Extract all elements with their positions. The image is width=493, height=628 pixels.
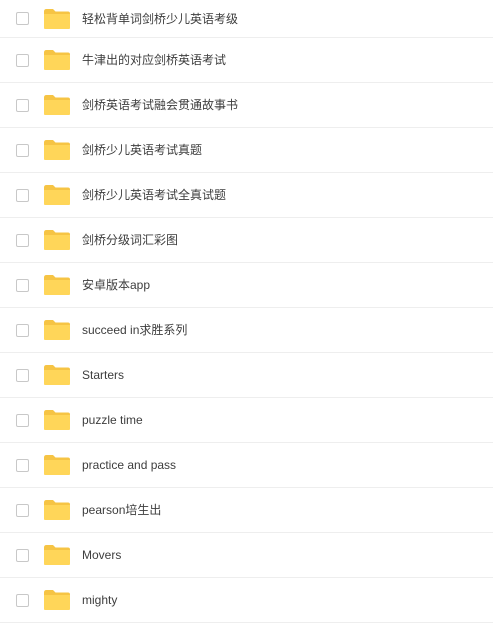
file-row[interactable]: 轻松背单词剑桥少儿英语考级 — [0, 0, 493, 38]
row-checkbox[interactable] — [16, 233, 29, 247]
file-name[interactable]: Movers — [82, 547, 121, 563]
file-row[interactable]: pearson培生出 — [0, 488, 493, 533]
file-name[interactable]: succeed in求胜系列 — [82, 322, 187, 338]
file-row[interactable]: 牛津出的对应剑桥英语考试 — [0, 38, 493, 83]
folder-icon — [43, 8, 71, 30]
folder-icon — [43, 319, 71, 341]
row-checkbox[interactable] — [16, 12, 29, 25]
file-row[interactable]: practice and pass — [0, 443, 493, 488]
row-checkbox[interactable] — [16, 593, 29, 607]
row-checkbox[interactable] — [16, 143, 29, 157]
row-checkbox[interactable] — [16, 458, 29, 472]
row-checkbox[interactable] — [16, 413, 29, 427]
folder-icon — [43, 454, 71, 476]
row-checkbox[interactable] — [16, 53, 29, 67]
file-row[interactable]: Starters — [0, 353, 493, 398]
folder-icon — [43, 229, 71, 251]
file-row[interactable]: 剑桥分级词汇彩图 — [0, 218, 493, 263]
file-row[interactable]: mighty — [0, 578, 493, 623]
file-name[interactable]: pearson培生出 — [82, 502, 161, 518]
file-name[interactable]: 安卓版本app — [82, 277, 150, 293]
file-name[interactable]: puzzle time — [82, 412, 143, 428]
file-name[interactable]: Starters — [82, 367, 124, 383]
folder-icon — [43, 49, 71, 71]
folder-icon — [43, 589, 71, 611]
file-name[interactable]: 牛津出的对应剑桥英语考试 — [82, 52, 226, 68]
row-checkbox[interactable] — [16, 278, 29, 292]
row-checkbox[interactable] — [16, 188, 29, 202]
file-name[interactable]: 剑桥分级词汇彩图 — [82, 232, 178, 248]
folder-icon — [43, 499, 71, 521]
folder-icon — [43, 139, 71, 161]
folder-icon — [43, 364, 71, 386]
row-checkbox[interactable] — [16, 368, 29, 382]
file-list: 轻松背单词剑桥少儿英语考级 牛津出的对应剑桥英语考试 剑桥英语考试融会贯通故事书… — [0, 0, 493, 628]
file-row[interactable]: 剑桥少儿英语考试全真试题 — [0, 173, 493, 218]
file-row[interactable]: Movers — [0, 533, 493, 578]
file-name[interactable]: practice and pass — [82, 457, 176, 473]
folder-icon — [43, 544, 71, 566]
file-row[interactable]: 剑桥英语考试融会贯通故事书 — [0, 83, 493, 128]
row-checkbox[interactable] — [16, 548, 29, 562]
row-checkbox[interactable] — [16, 323, 29, 337]
file-name[interactable]: 剑桥少儿英语考试全真试题 — [82, 187, 226, 203]
folder-icon — [43, 409, 71, 431]
file-row[interactable]: succeed in求胜系列 — [0, 308, 493, 353]
file-name[interactable]: 剑桥英语考试融会贯通故事书 — [82, 97, 238, 113]
folder-icon — [43, 94, 71, 116]
file-row[interactable]: 剑桥少儿英语考试真题 — [0, 128, 493, 173]
folder-icon — [43, 274, 71, 296]
folder-icon — [43, 184, 71, 206]
file-name[interactable]: 轻松背单词剑桥少儿英语考级 — [82, 11, 238, 27]
file-name[interactable]: mighty — [82, 592, 117, 608]
row-checkbox[interactable] — [16, 98, 29, 112]
file-name[interactable]: 剑桥少儿英语考试真题 — [82, 142, 202, 158]
row-checkbox[interactable] — [16, 503, 29, 517]
file-row[interactable]: 安卓版本app — [0, 263, 493, 308]
file-row[interactable]: puzzle time — [0, 398, 493, 443]
